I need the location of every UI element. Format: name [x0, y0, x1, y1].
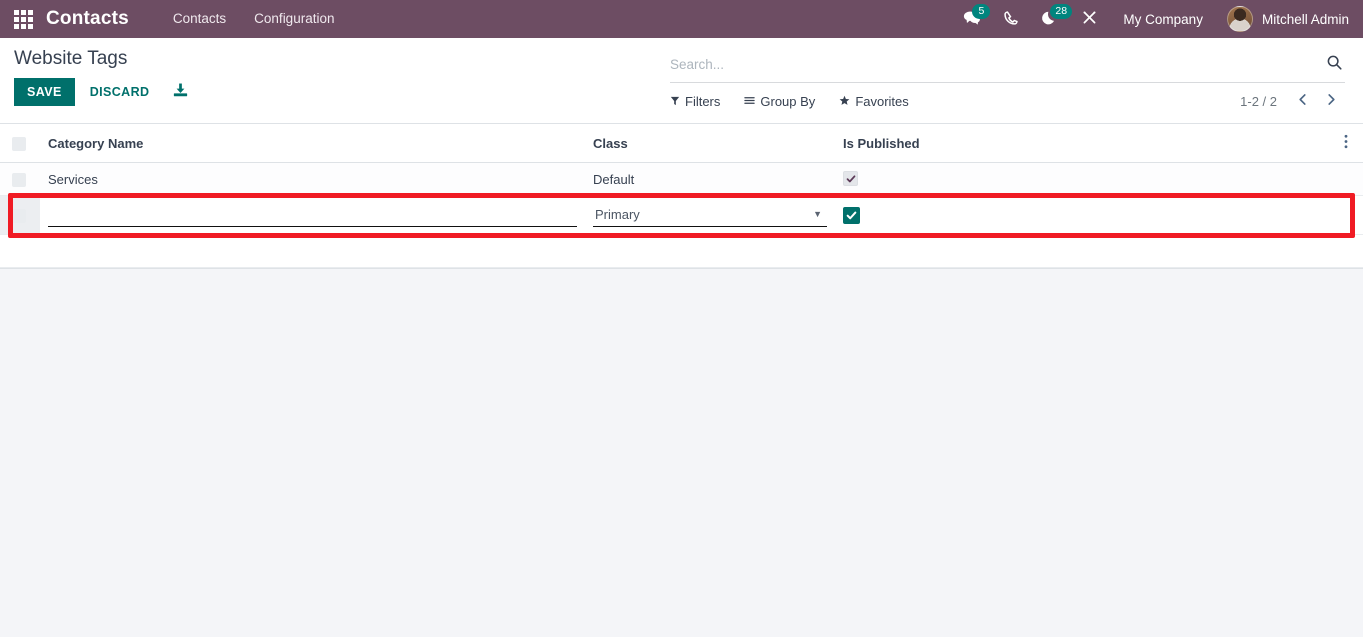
search-options-row: Filters Group By Favorites 1-2 / 2	[670, 83, 1345, 119]
empty-cell-published	[835, 234, 1332, 268]
menu-contacts[interactable]: Contacts	[159, 0, 240, 38]
phone-icon	[1003, 10, 1019, 29]
search-icon	[1326, 54, 1343, 74]
empty-cell-spacer	[1332, 234, 1363, 268]
apps-menu-toggle[interactable]	[0, 0, 46, 38]
apps-grid-icon	[13, 9, 33, 29]
pager-value: 1-2 / 2	[1240, 93, 1277, 109]
app-brand-title[interactable]: Contacts	[46, 8, 129, 30]
pager-previous-button[interactable]	[1289, 91, 1316, 112]
search-view	[670, 46, 1345, 83]
user-menu[interactable]: Mitchell Admin	[1217, 6, 1349, 32]
chevron-left-icon	[1297, 93, 1308, 110]
empty-cell-class	[585, 234, 835, 268]
optional-columns-button[interactable]	[1340, 134, 1352, 151]
table-empty-row	[0, 234, 1363, 268]
favorites-label: Favorites	[855, 93, 909, 109]
class-select[interactable]: Primary	[593, 203, 827, 227]
cell-row-spacer	[1332, 162, 1363, 196]
list-view: Category Name Class Is Published Service…	[0, 124, 1363, 268]
activities-menu[interactable]: 28	[1030, 0, 1073, 38]
is-published-checkbox[interactable]	[843, 206, 860, 224]
company-switcher[interactable]: My Company	[1109, 12, 1217, 27]
control-panel-buttons: SAVE DISCARD	[14, 76, 670, 114]
favorites-dropdown[interactable]: Favorites	[839, 94, 920, 109]
tools-icon	[1081, 9, 1098, 29]
pager: 1-2 / 2	[1240, 91, 1345, 112]
debug-tools-menu[interactable]	[1070, 0, 1109, 38]
select-all-checkbox[interactable]	[12, 136, 26, 151]
cell-category-name-editing[interactable]	[40, 195, 585, 235]
cell-category-name[interactable]: Services	[40, 162, 585, 196]
row-select-cell-editing[interactable]	[0, 195, 40, 235]
column-header-class[interactable]: Class	[585, 124, 835, 163]
chevron-right-icon	[1326, 93, 1337, 110]
pager-next-button[interactable]	[1318, 91, 1345, 112]
voip-phone-button[interactable]	[992, 0, 1030, 38]
group-by-dropdown[interactable]: Group By	[744, 94, 827, 109]
cell-is-published[interactable]	[835, 162, 1332, 196]
menu-configuration[interactable]: Configuration	[240, 0, 348, 38]
messaging-menu[interactable]: 5	[952, 0, 992, 38]
activities-count-badge: 28	[1050, 4, 1073, 19]
is-published-checkbox-readonly	[843, 171, 858, 187]
user-name-label: Mitchell Admin	[1261, 11, 1349, 27]
download-export-icon	[172, 82, 189, 102]
filter-funnel-icon	[670, 94, 680, 109]
star-icon	[839, 94, 850, 109]
avatar	[1226, 6, 1253, 32]
cell-row-spacer-editing	[1332, 195, 1363, 235]
column-header-category-name[interactable]: Category Name	[40, 124, 585, 163]
filters-label: Filters	[685, 93, 721, 109]
breadcrumb: Website Tags	[14, 48, 128, 69]
top-navbar: Contacts Contacts Configuration 5 28 My …	[0, 0, 1363, 38]
messages-count-badge: 5	[972, 4, 991, 19]
select-all-header[interactable]	[0, 124, 40, 163]
table-row[interactable]: Services Default	[0, 162, 1363, 196]
empty-cell-select	[0, 234, 40, 268]
cell-class-editing[interactable]: Primary ▼	[585, 195, 835, 235]
control-panel-left: Website Tags SAVE DISCARD	[0, 38, 670, 114]
control-panel: Website Tags SAVE DISCARD Search... Filt…	[0, 38, 1363, 124]
search-button[interactable]	[1324, 54, 1345, 74]
group-by-lines-icon	[744, 94, 756, 109]
search-input[interactable]	[670, 56, 1324, 72]
page-background	[0, 269, 1363, 606]
row-select-cell[interactable]	[0, 162, 40, 196]
save-button[interactable]: SAVE	[14, 78, 75, 106]
category-name-input[interactable]	[48, 203, 577, 227]
systray: 5 28 My Company Mitchell Admin	[952, 0, 1363, 38]
row-select-checkbox-editing[interactable]	[12, 208, 26, 223]
discard-button[interactable]: DISCARD	[79, 78, 161, 106]
row-select-checkbox[interactable]	[12, 172, 26, 187]
column-header-is-published[interactable]: Is Published	[835, 124, 1332, 163]
cell-class[interactable]: Default	[585, 162, 835, 196]
vertical-dots-icon	[1344, 134, 1348, 152]
cell-is-published-editing[interactable]	[835, 195, 1332, 235]
filters-dropdown[interactable]: Filters	[670, 94, 732, 109]
group-by-label: Group By	[760, 93, 816, 109]
optional-columns-header[interactable]	[1332, 124, 1363, 163]
records-table: Category Name Class Is Published Service…	[0, 124, 1363, 268]
table-header-row: Category Name Class Is Published	[0, 124, 1363, 163]
export-button[interactable]	[164, 76, 197, 108]
control-panel-right: Filters Group By	[670, 38, 1363, 119]
table-row-editing[interactable]: Primary ▼	[0, 195, 1363, 235]
empty-cell-name	[40, 234, 585, 268]
